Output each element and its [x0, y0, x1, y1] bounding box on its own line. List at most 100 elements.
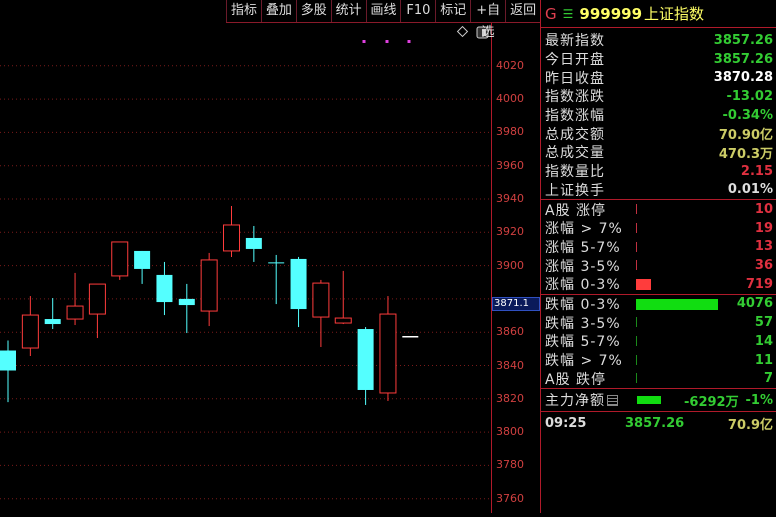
stat-label: 总成交额: [545, 126, 605, 143]
flow-bar: [637, 396, 661, 405]
toolbar-button-5[interactable]: F10: [400, 0, 435, 22]
y-tick-label: 3940: [496, 192, 524, 205]
ratio-bar: [636, 278, 651, 290]
stat-row: 涨幅 5-7% 13: [541, 238, 776, 257]
stat-row: 跌幅 0-3% 4076: [541, 295, 776, 314]
stat-label: 涨幅 0-3%: [545, 277, 621, 294]
y-tick-label: 3900: [496, 258, 524, 272]
candle-body: [290, 258, 307, 310]
candle-body: [134, 250, 151, 269]
candle-body: [111, 241, 129, 277]
toolbar-button-0[interactable]: 指标: [226, 0, 261, 22]
marker-dot: [362, 40, 366, 43]
stat-value: 11: [754, 352, 773, 368]
toolbar-button-2[interactable]: 多股: [295, 0, 331, 22]
stat-label: 最新指数: [545, 33, 605, 50]
stat-label: A股 涨停: [545, 202, 607, 219]
stock-code: 999999: [579, 4, 643, 23]
stat-label: 指数量比: [545, 164, 605, 181]
stat-row: 跌幅 3-5% 57: [541, 313, 776, 332]
stat-value: 10: [754, 202, 773, 218]
stat-value: 57: [754, 315, 773, 331]
stat-value: 2.15: [740, 163, 773, 179]
main-flow-row: 主力净额 -6292万 -1%: [541, 389, 776, 411]
stock-name: 上证指数: [644, 5, 705, 23]
toolbar-button-8[interactable]: 返回: [505, 0, 540, 22]
ratio-tick: [636, 336, 637, 346]
stat-row: 跌幅 > 7% 11: [541, 351, 776, 370]
stat-row: 指数涨跌 -13.02: [541, 87, 776, 106]
list-icon[interactable]: [607, 394, 618, 406]
toolbar-button-6[interactable]: 标记: [435, 0, 470, 22]
chart-canvas[interactable]: [0, 0, 540, 513]
stat-label: 昨日收盘: [545, 70, 605, 87]
stat-label: 跌幅 > 7%: [545, 353, 623, 370]
stat-row: 指数涨幅 -0.34%: [541, 106, 776, 125]
stat-value: 36: [754, 258, 773, 274]
marker-dot: [385, 40, 389, 43]
stat-value: -13.02: [726, 88, 773, 104]
stat-row: 最新指数 3857.26: [541, 31, 776, 50]
y-tick-label: 3820: [496, 391, 524, 405]
diamond-icon[interactable]: [456, 25, 469, 38]
stat-value: 0.01%: [727, 182, 773, 198]
marker-dot: [407, 40, 411, 43]
candle-body: [379, 313, 397, 394]
flow-value: -6292万: [684, 394, 739, 410]
stat-row: A股 跌停 7: [541, 369, 776, 388]
flow-pct: -1%: [745, 392, 773, 408]
stat-value: 19: [754, 220, 773, 236]
footer-row: 09:25 3857.26 70.9亿: [541, 412, 776, 434]
stat-label: 总成交量: [545, 145, 605, 162]
price-axis-line: [491, 23, 492, 513]
candle-body: [357, 329, 374, 390]
g-icon[interactable]: G: [545, 5, 557, 23]
stat-row: A股 涨停 10: [541, 200, 776, 219]
stat-row: 昨日收盘 3870.28: [541, 68, 776, 87]
advance-list: A股 涨停 10 涨幅 > 7% 19 涨幅 5-7% 13 涨幅 3-5% 36 涨幅 0-3…: [541, 200, 776, 293]
y-tick-label: 3780: [496, 458, 524, 472]
ratio-tick: [636, 373, 637, 384]
menu-icon[interactable]: ☰: [563, 7, 574, 21]
stat-value: -0.34%: [722, 107, 774, 123]
stat-row: 涨幅 3-5% 36: [541, 256, 776, 275]
y-tick-label: 3980: [496, 125, 524, 139]
candle-body: [200, 259, 218, 312]
candle-body: [44, 319, 61, 325]
stat-row: 跌幅 5-7% 14: [541, 332, 776, 351]
stat-label: 指数涨幅: [545, 108, 605, 125]
ratio-tick: [636, 204, 637, 215]
y-tick-label: 3800: [496, 425, 524, 439]
stat-label: A股 跌停: [545, 371, 607, 388]
candlestick-chart[interactable]: [0, 0, 540, 513]
toolbar-button-3[interactable]: 统计: [330, 0, 366, 22]
candle-body: [156, 274, 173, 303]
toolbar-button-1[interactable]: 叠加: [260, 0, 296, 22]
stat-label: 跌幅 3-5%: [545, 315, 621, 332]
toolbar-button-7[interactable]: +自选: [470, 0, 505, 40]
ratio-bar: [636, 298, 718, 310]
stat-value: 13: [754, 239, 773, 255]
ratio-tick: [636, 260, 637, 271]
candle-body: [223, 224, 240, 252]
y-tick-label: 3840: [496, 358, 524, 372]
candle-body: [245, 237, 262, 249]
footer-amount: 70.9亿: [727, 417, 773, 433]
candle-body: [334, 317, 352, 324]
stat-row: 涨幅 0-3% 719: [541, 275, 776, 294]
toolbar: 指标 叠加 多股 统计 画线 F10 标记 +自选 返回: [226, 0, 540, 40]
stat-row: 总成交量 470.3万: [541, 143, 776, 162]
footer-price: 3857.26: [625, 415, 685, 431]
stat-row: 上证换手 0.01%: [541, 181, 776, 200]
stat-row: 涨幅 > 7% 19: [541, 219, 776, 238]
stat-value: 14: [754, 333, 773, 349]
current-price-label: 3871.1: [492, 297, 540, 311]
stat-value: 3857.26: [713, 32, 773, 48]
stat-value: 3870.28: [713, 70, 773, 86]
y-tick-label: 3960: [496, 158, 524, 172]
y-tick-label: 3760: [496, 491, 524, 505]
stat-value: 3857.26: [713, 51, 773, 67]
panel-header: G ☰ 999999 上证指数: [541, 0, 776, 28]
ratio-tick: [636, 317, 637, 328]
toolbar-button-4[interactable]: 画线: [365, 0, 401, 22]
